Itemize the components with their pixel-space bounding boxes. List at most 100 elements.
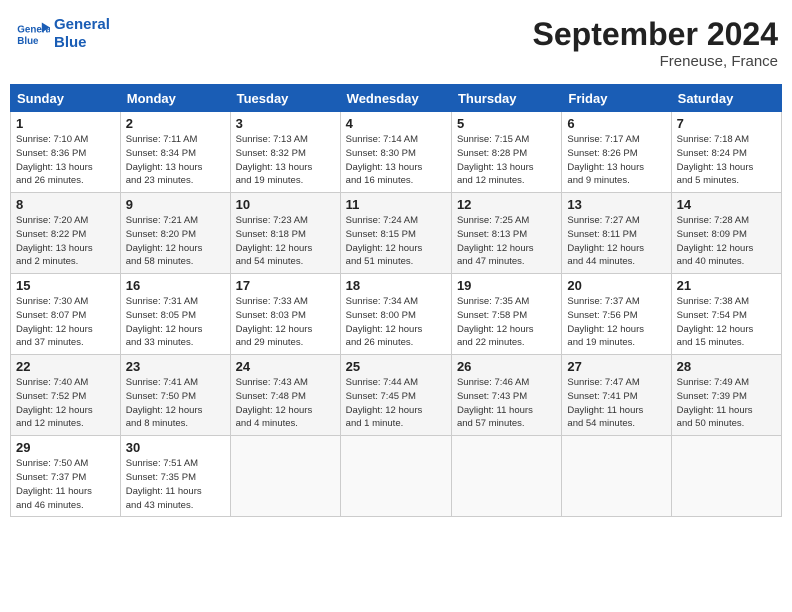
day-info: Sunrise: 7:37 AM Sunset: 7:56 PM Dayligh… <box>567 295 665 350</box>
weekday-header-thursday: Thursday <box>451 85 561 112</box>
day-cell: 4 Sunrise: 7:14 AM Sunset: 8:30 PM Daylig… <box>340 112 451 193</box>
day-info: Sunrise: 7:34 AM Sunset: 8:00 PM Dayligh… <box>346 295 446 350</box>
day-info: Sunrise: 7:24 AM Sunset: 8:15 PM Dayligh… <box>346 214 446 269</box>
weekday-header-row: SundayMondayTuesdayWednesdayThursdayFrid… <box>11 85 782 112</box>
day-info: Sunrise: 7:38 AM Sunset: 7:54 PM Dayligh… <box>677 295 776 350</box>
day-info: Sunrise: 7:25 AM Sunset: 8:13 PM Dayligh… <box>457 214 556 269</box>
day-number: 22 <box>16 359 115 374</box>
title-block: September 2024 Freneuse, France <box>533 16 778 70</box>
weekday-header-sunday: Sunday <box>11 85 121 112</box>
day-cell: 14 Sunrise: 7:28 AM Sunset: 8:09 PM Dayli… <box>671 193 781 274</box>
day-cell <box>230 436 340 517</box>
day-cell: 12 Sunrise: 7:25 AM Sunset: 8:13 PM Dayli… <box>451 193 561 274</box>
day-info: Sunrise: 7:33 AM Sunset: 8:03 PM Dayligh… <box>236 295 335 350</box>
day-info: Sunrise: 7:46 AM Sunset: 7:43 PM Dayligh… <box>457 376 556 431</box>
day-info: Sunrise: 7:21 AM Sunset: 8:20 PM Dayligh… <box>126 214 225 269</box>
day-number: 14 <box>677 197 776 212</box>
day-cell: 29Sunrise: 7:50 AM Sunset: 7:37 PM Dayli… <box>11 436 121 517</box>
day-number: 26 <box>457 359 556 374</box>
week-row-3: 15 Sunrise: 7:30 AM Sunset: 8:07 PM Dayli… <box>11 274 782 355</box>
day-number: 28 <box>677 359 776 374</box>
day-cell: 26 Sunrise: 7:46 AM Sunset: 7:43 PM Dayli… <box>451 355 561 436</box>
day-cell: 28 Sunrise: 7:49 AM Sunset: 7:39 PM Dayli… <box>671 355 781 436</box>
day-number: 8 <box>16 197 115 212</box>
day-cell: 7Sunrise: 7:18 AM Sunset: 8:24 PM Daylig… <box>671 112 781 193</box>
logo: General Blue General Blue <box>14 16 110 52</box>
day-number: 19 <box>457 278 556 293</box>
day-cell: 23Sunrise: 7:41 AM Sunset: 7:50 PM Dayli… <box>120 355 230 436</box>
day-cell: 27Sunrise: 7:47 AM Sunset: 7:41 PM Dayli… <box>562 355 671 436</box>
day-info: Sunrise: 7:50 AM Sunset: 7:37 PM Dayligh… <box>16 457 115 512</box>
calendar-table: SundayMondayTuesdayWednesdayThursdayFrid… <box>10 84 782 517</box>
day-number: 6 <box>567 116 665 131</box>
day-cell: 18Sunrise: 7:34 AM Sunset: 8:00 PM Dayli… <box>340 274 451 355</box>
day-info: Sunrise: 7:51 AM Sunset: 7:35 PM Dayligh… <box>126 457 225 512</box>
day-cell: 8 Sunrise: 7:20 AM Sunset: 8:22 PM Daylig… <box>11 193 121 274</box>
day-info: Sunrise: 7:31 AM Sunset: 8:05 PM Dayligh… <box>126 295 225 350</box>
day-cell: 13 Sunrise: 7:27 AM Sunset: 8:11 PM Dayli… <box>562 193 671 274</box>
location: Freneuse, France <box>533 53 778 70</box>
day-info: Sunrise: 7:27 AM Sunset: 8:11 PM Dayligh… <box>567 214 665 269</box>
day-number: 1 <box>16 116 115 131</box>
logo-text-line2: Blue <box>54 34 110 52</box>
day-cell: 16 Sunrise: 7:31 AM Sunset: 8:05 PM Dayli… <box>120 274 230 355</box>
day-number: 7 <box>677 116 776 131</box>
day-number: 10 <box>236 197 335 212</box>
day-number: 21 <box>677 278 776 293</box>
day-info: Sunrise: 7:41 AM Sunset: 7:50 PM Dayligh… <box>126 376 225 431</box>
day-cell: 5Sunrise: 7:15 AM Sunset: 8:28 PM Daylig… <box>451 112 561 193</box>
day-info: Sunrise: 7:49 AM Sunset: 7:39 PM Dayligh… <box>677 376 776 431</box>
day-info: Sunrise: 7:43 AM Sunset: 7:48 PM Dayligh… <box>236 376 335 431</box>
day-cell: 9Sunrise: 7:21 AM Sunset: 8:20 PM Daylig… <box>120 193 230 274</box>
day-number: 25 <box>346 359 446 374</box>
day-number: 27 <box>567 359 665 374</box>
day-cell <box>340 436 451 517</box>
day-info: Sunrise: 7:10 AM Sunset: 8:36 PM Dayligh… <box>16 133 115 188</box>
day-cell: 21 Sunrise: 7:38 AM Sunset: 7:54 PM Dayli… <box>671 274 781 355</box>
day-number: 17 <box>236 278 335 293</box>
day-number: 4 <box>346 116 446 131</box>
day-info: Sunrise: 7:15 AM Sunset: 8:28 PM Dayligh… <box>457 133 556 188</box>
day-info: Sunrise: 7:14 AM Sunset: 8:30 PM Dayligh… <box>346 133 446 188</box>
day-cell: 10 Sunrise: 7:23 AM Sunset: 8:18 PM Dayli… <box>230 193 340 274</box>
week-row-1: 1 Sunrise: 7:10 AM Sunset: 8:36 PM Daylig… <box>11 112 782 193</box>
day-cell: 22 Sunrise: 7:40 AM Sunset: 7:52 PM Dayli… <box>11 355 121 436</box>
day-info: Sunrise: 7:23 AM Sunset: 8:18 PM Dayligh… <box>236 214 335 269</box>
day-cell: 2Sunrise: 7:11 AM Sunset: 8:34 PM Daylig… <box>120 112 230 193</box>
weekday-header-saturday: Saturday <box>671 85 781 112</box>
day-cell <box>451 436 561 517</box>
day-info: Sunrise: 7:44 AM Sunset: 7:45 PM Dayligh… <box>346 376 446 431</box>
day-cell <box>562 436 671 517</box>
day-info: Sunrise: 7:28 AM Sunset: 8:09 PM Dayligh… <box>677 214 776 269</box>
day-info: Sunrise: 7:13 AM Sunset: 8:32 PM Dayligh… <box>236 133 335 188</box>
month-title: September 2024 <box>533 16 778 53</box>
day-number: 24 <box>236 359 335 374</box>
day-number: 30 <box>126 440 225 455</box>
week-row-5: 29Sunrise: 7:50 AM Sunset: 7:37 PM Dayli… <box>11 436 782 517</box>
day-cell: 11 Sunrise: 7:24 AM Sunset: 8:15 PM Dayli… <box>340 193 451 274</box>
day-info: Sunrise: 7:20 AM Sunset: 8:22 PM Dayligh… <box>16 214 115 269</box>
week-row-4: 22 Sunrise: 7:40 AM Sunset: 7:52 PM Dayli… <box>11 355 782 436</box>
day-number: 15 <box>16 278 115 293</box>
day-info: Sunrise: 7:40 AM Sunset: 7:52 PM Dayligh… <box>16 376 115 431</box>
day-cell: 6 Sunrise: 7:17 AM Sunset: 8:26 PM Daylig… <box>562 112 671 193</box>
weekday-header-tuesday: Tuesday <box>230 85 340 112</box>
day-info: Sunrise: 7:35 AM Sunset: 7:58 PM Dayligh… <box>457 295 556 350</box>
day-number: 12 <box>457 197 556 212</box>
day-number: 3 <box>236 116 335 131</box>
day-cell: 1 Sunrise: 7:10 AM Sunset: 8:36 PM Daylig… <box>11 112 121 193</box>
header: General Blue General Blue September 2024… <box>10 10 782 76</box>
day-number: 2 <box>126 116 225 131</box>
day-cell: 25 Sunrise: 7:44 AM Sunset: 7:45 PM Dayli… <box>340 355 451 436</box>
day-number: 11 <box>346 197 446 212</box>
day-cell: 19 Sunrise: 7:35 AM Sunset: 7:58 PM Dayli… <box>451 274 561 355</box>
weekday-header-wednesday: Wednesday <box>340 85 451 112</box>
day-cell: 30 Sunrise: 7:51 AM Sunset: 7:35 PM Dayli… <box>120 436 230 517</box>
day-number: 13 <box>567 197 665 212</box>
day-info: Sunrise: 7:17 AM Sunset: 8:26 PM Dayligh… <box>567 133 665 188</box>
logo-text-line1: General <box>54 16 110 34</box>
day-number: 16 <box>126 278 225 293</box>
day-info: Sunrise: 7:30 AM Sunset: 8:07 PM Dayligh… <box>16 295 115 350</box>
weekday-header-friday: Friday <box>562 85 671 112</box>
day-cell: 17 Sunrise: 7:33 AM Sunset: 8:03 PM Dayli… <box>230 274 340 355</box>
